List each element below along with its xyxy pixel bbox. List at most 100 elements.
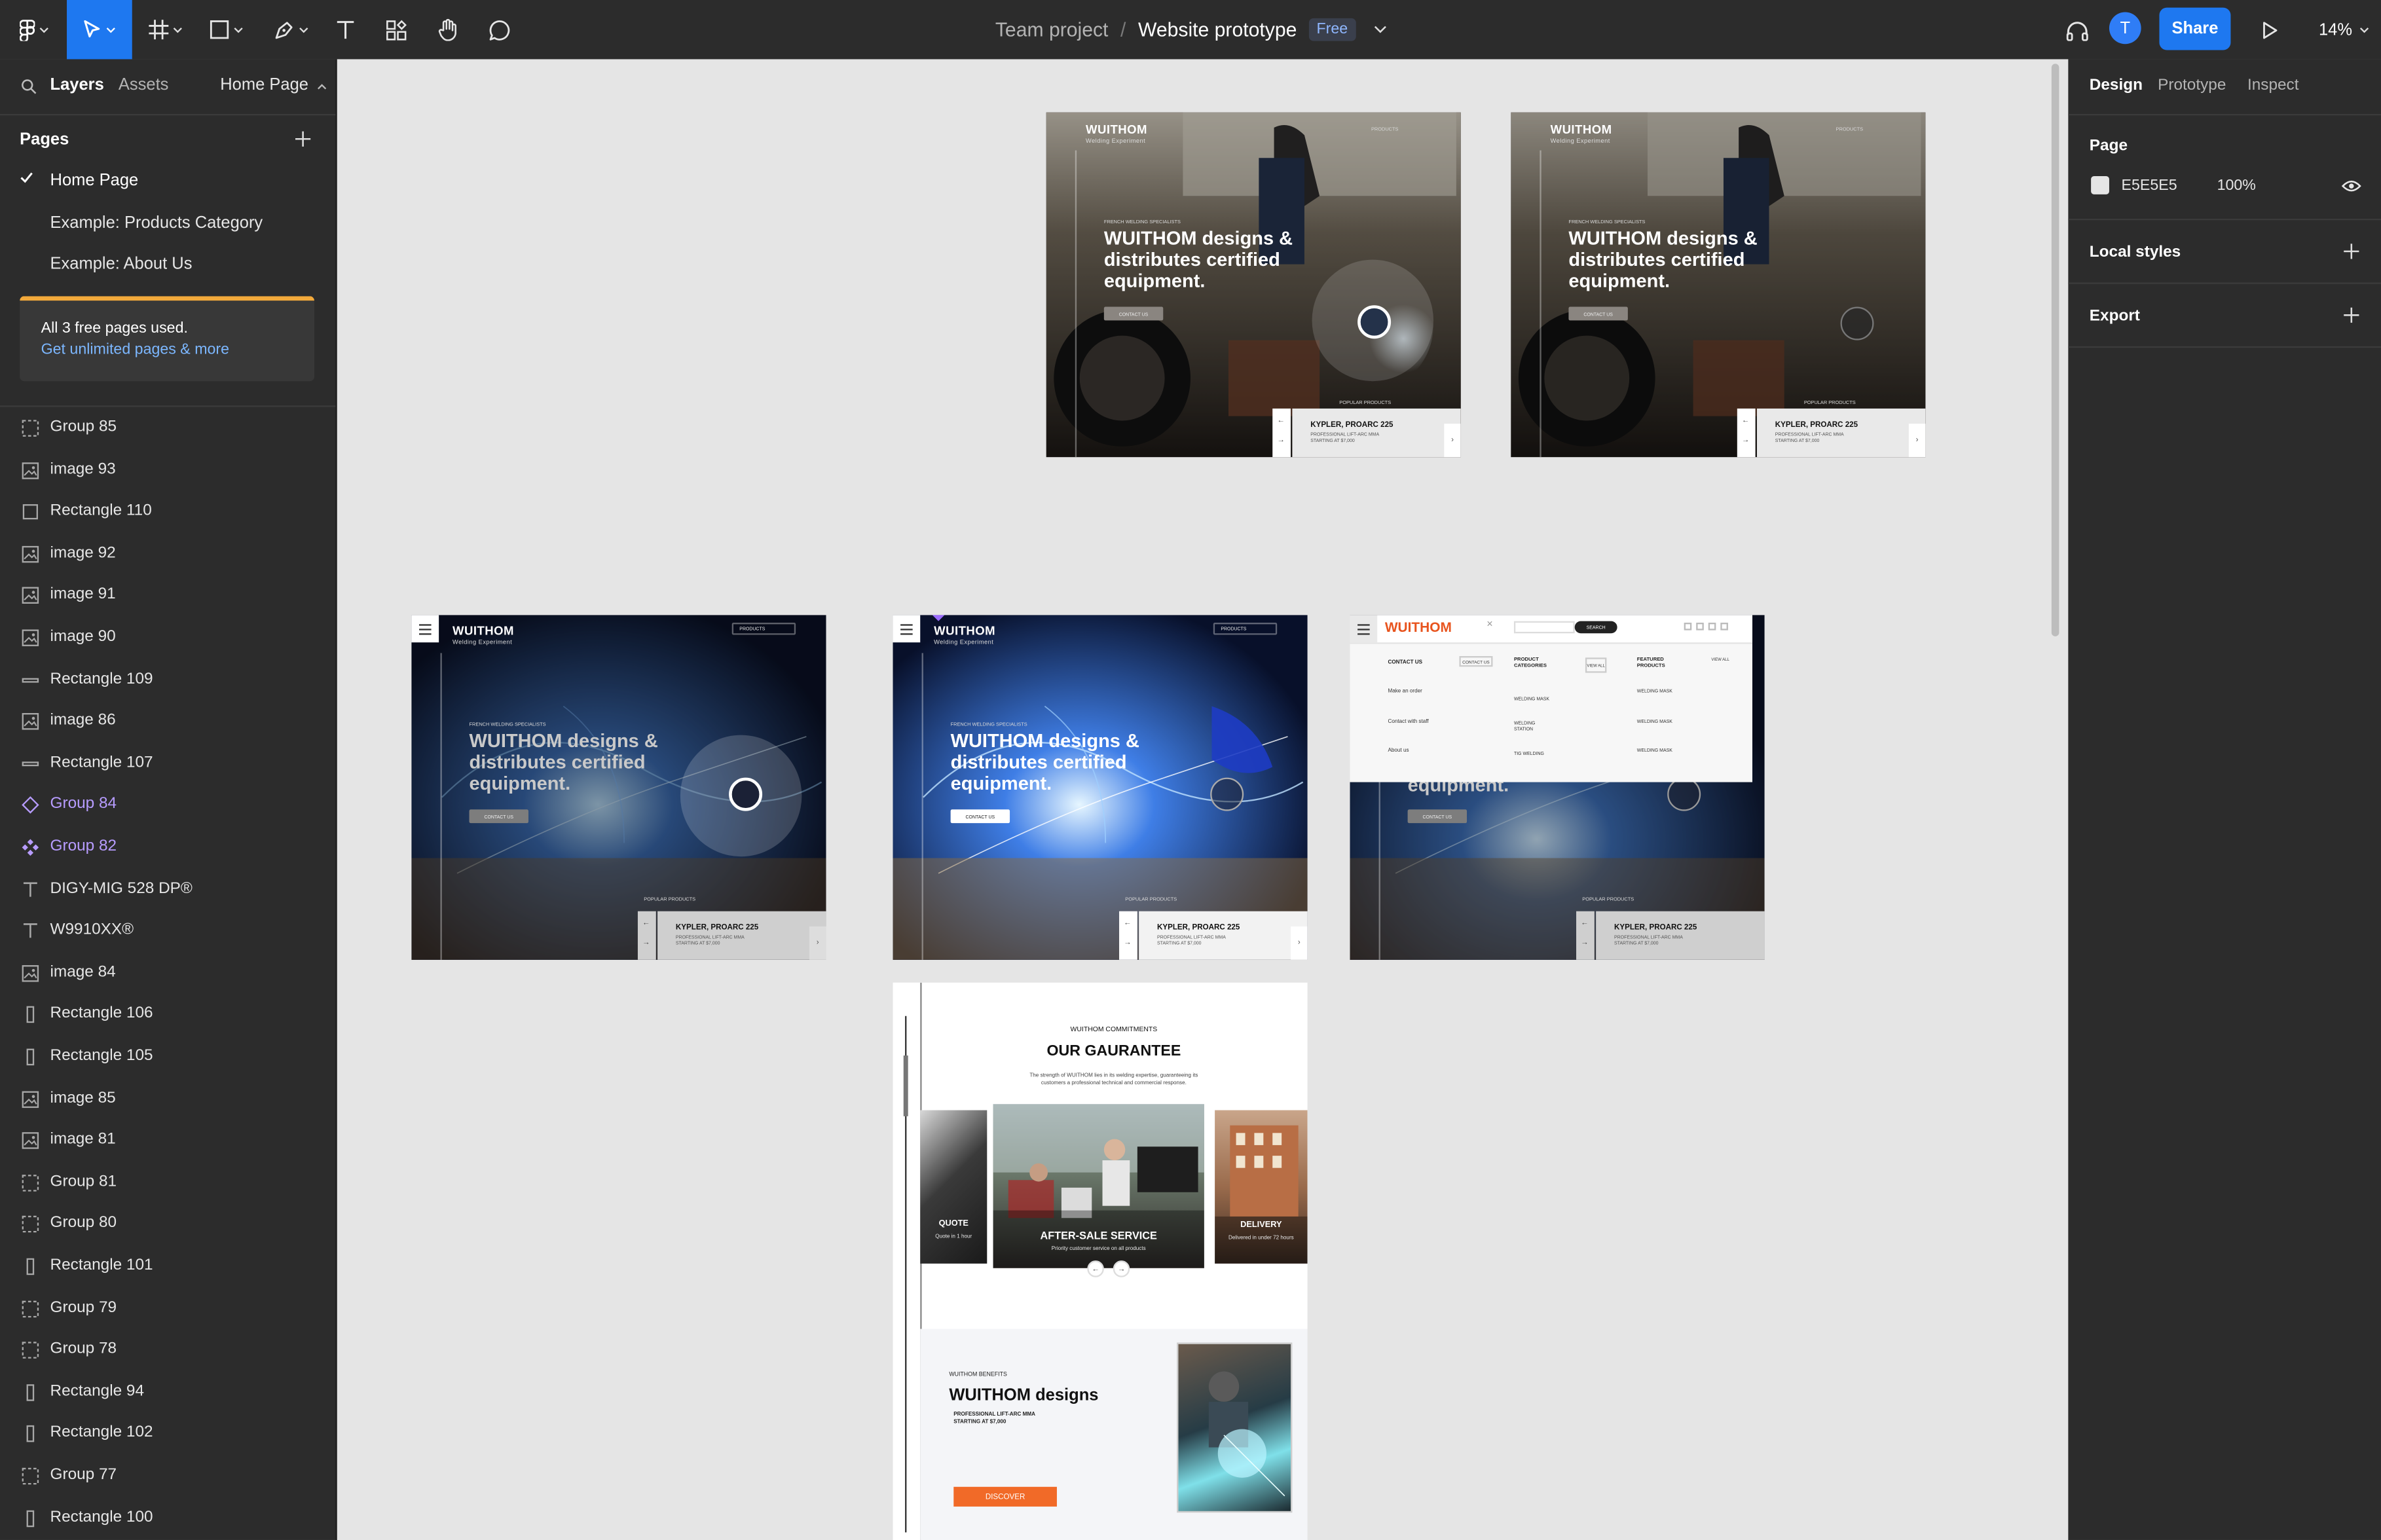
layer-row[interactable]: DIGY-MIG 528 DP® xyxy=(0,873,335,906)
layer-row[interactable]: image 93 xyxy=(0,454,335,487)
shape-tool-button[interactable] xyxy=(204,0,249,59)
layer-row[interactable]: Group 85 xyxy=(0,412,335,445)
product-card: KYPLER, PROARC 225 PROFESSIONAL LIFT-ARC… xyxy=(1139,911,1308,960)
delivery-photo: DELIVERY Delivered in under 72 hours xyxy=(1215,1110,1308,1264)
image-icon xyxy=(21,1131,39,1150)
headphones-icon xyxy=(2066,21,2088,41)
file-menu-button[interactable] xyxy=(1373,26,1386,33)
text-tool-button[interactable] xyxy=(328,0,361,59)
layer-row[interactable]: Group 84 xyxy=(0,789,335,822)
main-menu-button[interactable] xyxy=(10,0,56,59)
product-card: KYPLER, PROARC 225 PROFESSIONAL LIFT-ARC… xyxy=(657,911,826,960)
menu-featured: WELDING MASK xyxy=(1636,688,1672,695)
quote-photo: QUOTE Quote in 1 hour xyxy=(920,1110,987,1264)
layer-name: Group 81 xyxy=(50,1172,117,1191)
layer-row[interactable]: image 81 xyxy=(0,1124,335,1158)
page-item-home[interactable]: Home Page xyxy=(0,162,335,199)
page-color-swatch[interactable] xyxy=(2091,176,2109,194)
layer-row[interactable]: Rectangle 106 xyxy=(0,999,335,1032)
layer-row[interactable]: Rectangle 107 xyxy=(0,747,335,780)
tab-assets[interactable]: Assets xyxy=(119,76,169,94)
menu-logo: WUITHOM xyxy=(1384,619,1452,635)
benefits-title: WUITHOM designs xyxy=(949,1386,1099,1405)
upgrade-link[interactable]: Get unlimited pages & more xyxy=(41,342,229,359)
comment-tool-button[interactable] xyxy=(483,0,516,59)
rectangle-tall-icon xyxy=(21,1258,39,1276)
hero-line-2: distributes certified xyxy=(469,751,646,773)
tab-inspect[interactable]: Inspect xyxy=(2247,76,2299,94)
comment-icon xyxy=(489,19,510,40)
user-avatar[interactable]: T xyxy=(2109,12,2141,45)
page-selector[interactable]: Home Page xyxy=(220,76,327,94)
layer-row[interactable]: image 92 xyxy=(0,538,335,571)
frame-hero-welding-2[interactable]: Gr WUITHOMWelding Experiment PRODUCTS FR… xyxy=(893,615,1308,960)
add-page-icon[interactable] xyxy=(295,130,312,147)
frame-home-long[interactable]: WUITHOM COMMITMENTS OUR GAURANTEE The st… xyxy=(893,982,1308,1540)
move-tool-button[interactable] xyxy=(67,0,132,60)
add-export-icon[interactable] xyxy=(2343,307,2360,324)
layer-row[interactable]: image 86 xyxy=(0,705,335,739)
layer-row[interactable]: image 90 xyxy=(0,621,335,655)
page-opacity[interactable]: 100% xyxy=(2217,177,2256,194)
image-icon xyxy=(21,712,39,731)
frame-hero-workshop-1[interactable]: WUITHOM Welding Experiment PRODUCTS FRENC… xyxy=(1046,112,1461,458)
file-name[interactable]: Website prototype xyxy=(1138,18,1297,41)
layer-row[interactable]: Group 80 xyxy=(0,1208,335,1241)
breadcrumb-team[interactable]: Team project xyxy=(995,18,1109,41)
page-color-hex[interactable]: E5E5E5 xyxy=(2122,177,2177,194)
carousel-next-icon: → xyxy=(1113,1260,1130,1277)
layer-row[interactable]: Rectangle 105 xyxy=(0,1040,335,1074)
layer-row[interactable]: Rectangle 110 xyxy=(0,496,335,529)
layer-row[interactable]: Group 82 xyxy=(0,831,335,864)
hero-cta: CONTACT US xyxy=(1103,306,1164,321)
after-sale-photo: AFTER-SALE SERVICE Priority customer ser… xyxy=(993,1104,1204,1268)
add-style-icon[interactable] xyxy=(2343,243,2360,260)
carousel-arrows: ← → xyxy=(1737,408,1756,458)
frame-hero-workshop-2[interactable]: WUITHOM Welding Experiment PRODUCTS FRENC… xyxy=(1511,112,1926,458)
layer-row[interactable]: Rectangle 101 xyxy=(0,1250,335,1283)
canvas-vertical-scrollbar[interactable] xyxy=(2051,64,2059,636)
layer-row[interactable]: image 84 xyxy=(0,957,335,990)
hand-tool-button[interactable] xyxy=(432,0,465,59)
eye-icon[interactable] xyxy=(2341,179,2361,193)
product-card-title: KYPLER, PROARC 225 xyxy=(675,923,759,933)
frame-tool-button[interactable] xyxy=(143,0,189,59)
layer-row[interactable]: Rectangle 100 xyxy=(0,1501,335,1535)
menu-view-all-link: VIEW ALL xyxy=(1711,657,1729,663)
zoom-menu[interactable]: 14% xyxy=(2319,0,2369,59)
hero-cta: CONTACT US xyxy=(1407,809,1467,824)
tab-prototype[interactable]: Prototype xyxy=(2158,76,2226,94)
page-item-products-category[interactable]: Example: Products Category xyxy=(0,205,335,242)
frame-hero-menu-open[interactable]: equipment. CONTACT US POPULAR PRODUCTS ←… xyxy=(1350,615,1765,960)
layer-row[interactable]: Group 81 xyxy=(0,1166,335,1200)
layer-row[interactable]: Rectangle 102 xyxy=(0,1418,335,1451)
logo-subtitle: Welding Experiment xyxy=(452,638,513,646)
canvas[interactable]: WUITHOM Welding Experiment PRODUCTS FRENC… xyxy=(337,59,2069,1540)
arrow-right-icon: → xyxy=(1580,938,1589,948)
layer-row[interactable]: W9910XX® xyxy=(0,915,335,948)
frame-icon xyxy=(149,20,169,40)
present-button[interactable] xyxy=(2253,0,2287,59)
layer-row[interactable]: image 85 xyxy=(0,1082,335,1116)
tab-layers[interactable]: Layers xyxy=(50,76,104,94)
share-button[interactable]: Share xyxy=(2159,7,2231,50)
tab-design[interactable]: Design xyxy=(2090,76,2143,94)
layer-row[interactable]: Group 77 xyxy=(0,1459,335,1493)
pen-tool-button[interactable] xyxy=(266,0,314,59)
page-selector-label: Home Page xyxy=(220,75,308,94)
resources-tool-button[interactable] xyxy=(380,0,413,59)
layer-row[interactable]: Group 78 xyxy=(0,1334,335,1367)
discover-button: DISCOVER xyxy=(953,1486,1057,1507)
frame-hero-welding-1[interactable]: WUITHOM Welding Experiment PRODUCTS FRENC… xyxy=(411,615,826,960)
layer-name: image 91 xyxy=(50,585,116,604)
layer-row[interactable]: Rectangle 94 xyxy=(0,1376,335,1409)
chevron-right-icon: › xyxy=(809,926,826,960)
search-icon[interactable] xyxy=(21,79,37,94)
layer-row[interactable]: image 91 xyxy=(0,579,335,613)
arrow-left-icon: ← xyxy=(642,919,650,928)
layer-row[interactable]: Group 79 xyxy=(0,1292,335,1325)
layer-row[interactable]: Rectangle 109 xyxy=(0,663,335,697)
audio-button[interactable] xyxy=(2059,0,2095,59)
menu-col1-head: CONTACT US xyxy=(1388,659,1423,665)
page-item-about-us[interactable]: Example: About Us xyxy=(0,246,335,283)
